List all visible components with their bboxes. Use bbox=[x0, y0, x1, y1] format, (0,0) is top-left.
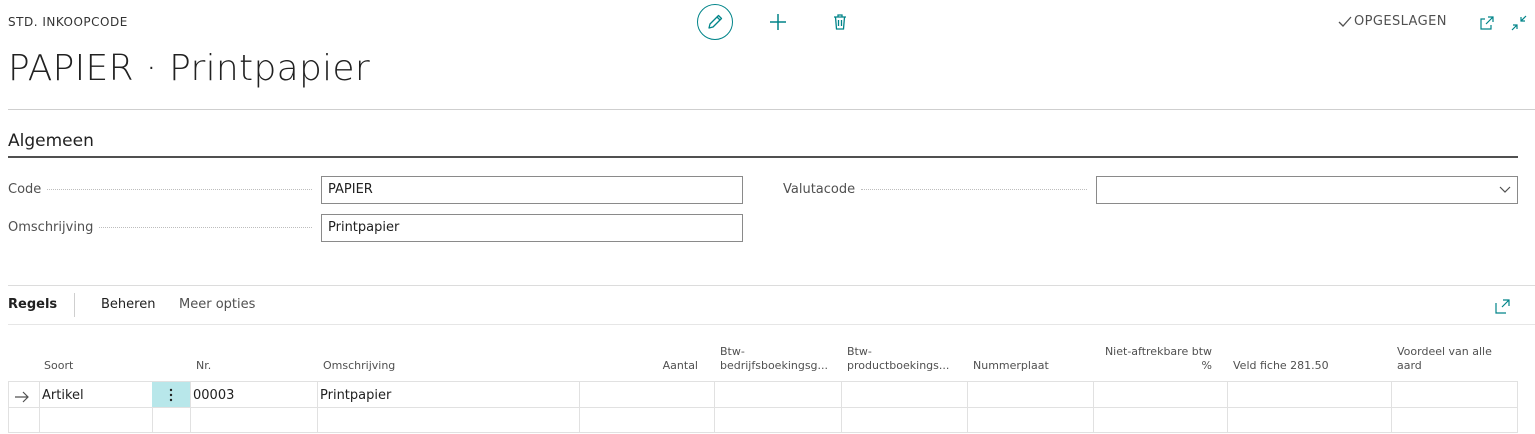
valutacode-label: Valutacode bbox=[783, 182, 1093, 197]
col-header-aantal[interactable]: Aantal bbox=[580, 359, 698, 373]
col-header-niet-aftrekbaar[interactable]: Niet-aftrekbare btw % bbox=[1094, 345, 1212, 373]
label-leader bbox=[861, 189, 1087, 190]
code-label-text: Code bbox=[8, 182, 42, 197]
edit-button[interactable] bbox=[697, 4, 733, 40]
section-title-algemeen[interactable]: Algemeen bbox=[8, 131, 94, 151]
grid-line bbox=[1391, 381, 1392, 433]
valutacode-select[interactable] bbox=[1096, 176, 1518, 204]
open-new-window-icon bbox=[1480, 16, 1494, 30]
vertical-ellipsis-icon bbox=[169, 388, 173, 401]
omschrijving-label: Omschrijving bbox=[8, 220, 318, 235]
subpage-expand-button[interactable] bbox=[1494, 298, 1510, 314]
col-header-btw-bedrijf-line1: Btw- bbox=[720, 345, 745, 358]
header-divider bbox=[8, 109, 1535, 110]
page-title: PAPIER · Printpapier bbox=[8, 48, 370, 89]
col-header-omschrijving[interactable]: Omschrijving bbox=[323, 359, 395, 373]
expand-icon bbox=[1494, 298, 1510, 314]
omschrijving-label-text: Omschrijving bbox=[8, 220, 94, 235]
grid-line bbox=[8, 381, 9, 433]
grid-line bbox=[317, 381, 318, 433]
col-header-veld-fiche[interactable]: Veld fiche 281.50 bbox=[1233, 359, 1329, 373]
grid-line bbox=[8, 381, 1518, 382]
grid-line bbox=[841, 381, 842, 433]
col-header-voordeel[interactable]: Voordeel van alle aard bbox=[1397, 345, 1517, 373]
code-field[interactable]: PAPIER bbox=[321, 176, 743, 204]
row-indicator-arrow-icon bbox=[14, 388, 30, 407]
grid-line bbox=[190, 381, 191, 433]
grid-line bbox=[1517, 381, 1518, 433]
col-header-btw-bedrijf[interactable]: Btw- bedrijfsboekingsg... bbox=[720, 345, 840, 373]
grid-line bbox=[579, 381, 580, 433]
col-header-nr[interactable]: Nr. bbox=[196, 359, 211, 373]
col-header-nummerplaat[interactable]: Nummerplaat bbox=[973, 359, 1049, 373]
cell-soort[interactable]: Artikel bbox=[42, 388, 84, 403]
label-leader bbox=[99, 227, 312, 228]
grid-line bbox=[8, 407, 1518, 408]
grid-line bbox=[967, 381, 968, 433]
col-header-btw-product[interactable]: Btw- productboekings... bbox=[847, 345, 967, 373]
code-label: Code bbox=[8, 182, 318, 197]
omschrijving-field[interactable]: Printpapier bbox=[321, 214, 743, 242]
col-header-niet-aftrekbaar-line2: % bbox=[1201, 359, 1212, 372]
cell-omschrijving[interactable]: Printpapier bbox=[320, 388, 391, 403]
tab-separator bbox=[74, 293, 75, 317]
row-actions-button[interactable] bbox=[152, 382, 190, 407]
subpage-divider-bottom bbox=[8, 324, 1535, 325]
new-button[interactable] bbox=[766, 10, 790, 34]
collapse-icon bbox=[1511, 15, 1527, 31]
entity-caption: STD. INKOOPCODE bbox=[8, 15, 128, 29]
col-header-voordeel-line2: aard bbox=[1397, 359, 1422, 372]
valutacode-label-text: Valutacode bbox=[783, 182, 856, 197]
grid-line bbox=[1227, 381, 1228, 433]
section-divider bbox=[8, 156, 1518, 158]
tab-beheren[interactable]: Beheren bbox=[101, 297, 155, 312]
tab-regels[interactable]: Regels bbox=[8, 297, 57, 312]
saved-label: OPGESLAGEN bbox=[1354, 14, 1447, 29]
saved-status: OPGESLAGEN bbox=[1338, 14, 1447, 29]
checkmark-icon bbox=[1338, 16, 1352, 27]
collapse-button[interactable] bbox=[1510, 14, 1528, 32]
label-leader bbox=[47, 189, 312, 190]
subpage-divider-top bbox=[8, 285, 1535, 286]
trash-icon bbox=[834, 14, 846, 30]
col-header-niet-aftrekbaar-line1: Niet-aftrekbare btw bbox=[1104, 345, 1212, 358]
cell-nr[interactable]: 00003 bbox=[193, 388, 234, 403]
plus-icon bbox=[770, 14, 786, 30]
pencil-icon bbox=[708, 14, 723, 29]
grid-line bbox=[8, 432, 1518, 433]
grid-line bbox=[39, 381, 40, 433]
grid-line bbox=[1093, 381, 1094, 433]
col-header-btw-bedrijf-line2: bedrijfsboekingsg... bbox=[720, 359, 829, 372]
grid-line bbox=[714, 381, 715, 433]
col-header-voordeel-line1: Voordeel van alle bbox=[1397, 345, 1492, 358]
delete-button[interactable] bbox=[829, 10, 851, 34]
col-header-soort[interactable]: Soort bbox=[44, 359, 73, 373]
col-header-btw-product-line1: Btw- bbox=[847, 345, 872, 358]
chevron-down-icon bbox=[1499, 186, 1511, 193]
tab-meer-opties[interactable]: Meer opties bbox=[179, 297, 255, 312]
open-new-window-button[interactable] bbox=[1478, 14, 1496, 32]
col-header-btw-product-line2: productboekings... bbox=[847, 359, 950, 372]
